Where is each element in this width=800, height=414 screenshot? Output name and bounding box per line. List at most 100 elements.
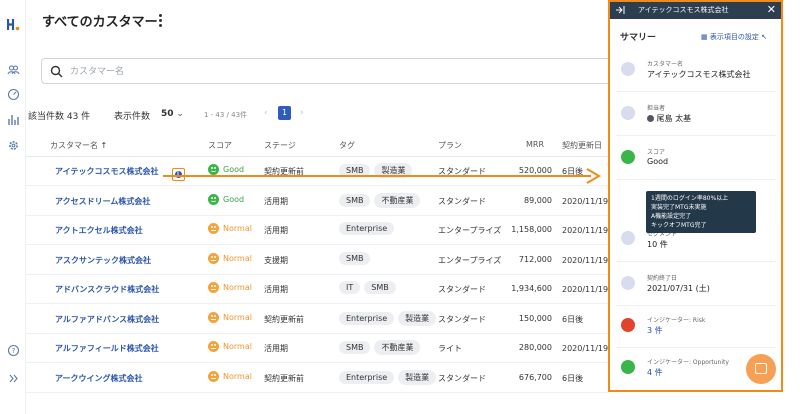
header-name[interactable]: カスタマー名 ↑ (50, 140, 107, 151)
card-label: カスタマー名 (647, 61, 684, 68)
score-label: Normal (223, 283, 252, 292)
plan-cell: エンタープライズ (438, 226, 502, 235)
card-customer-name: カスタマー名 アイテックコスモス株式会社 (616, 54, 776, 92)
tag-chip[interactable]: 製造業 (398, 310, 437, 326)
mrr-cell: 1,934,600 (511, 284, 552, 293)
card-score: スコア Good (616, 142, 776, 180)
mrr-cell: 520,000 (518, 166, 552, 175)
more-menu-icon[interactable] (155, 12, 165, 28)
tags-cell: SMB 不動産業 (339, 192, 424, 208)
tag-chip[interactable]: 不動産業 (374, 340, 421, 355)
header-score[interactable]: スコア (208, 140, 232, 151)
display-settings-link[interactable]: ▦ 表示項目の設定 ↖ (701, 32, 767, 42)
plan-cell: スタンダード (438, 373, 486, 383)
gauge-icon[interactable] (7, 88, 20, 101)
table-row[interactable]: アークウイング株式会社 Normal 契約更新前 Enterprise 製造業 スタンダー… (26, 364, 608, 393)
close-icon[interactable]: ✕ (767, 3, 776, 16)
avatar (647, 115, 654, 122)
customer-name-link[interactable]: アクセスドリーム株式会社 (55, 196, 150, 207)
header-renewal[interactable]: 契約更新日 (562, 140, 602, 151)
tags-cell: IT SMB (339, 281, 400, 294)
tag-chip[interactable]: SMB (339, 193, 371, 207)
tag-chip[interactable]: SMB (339, 251, 371, 265)
opportunity-icon (621, 360, 635, 374)
card-label: スコア (647, 149, 666, 156)
logo-icon[interactable] (7, 18, 20, 31)
score-cell: Normal (208, 311, 252, 323)
tag-chip[interactable]: Enterprise (339, 311, 395, 325)
expand-panel-icon[interactable] (615, 5, 625, 15)
search-input[interactable] (70, 63, 570, 80)
tag-chip[interactable]: SMB (339, 164, 371, 177)
help-icon[interactable]: ? (7, 344, 20, 357)
customer-name-link[interactable]: アクトエクセル株式会社 (55, 225, 143, 236)
search-box[interactable] (41, 58, 616, 84)
tag-chip[interactable]: IT (339, 281, 361, 294)
mrr-cell: 280,000 (518, 343, 552, 352)
tag-chip[interactable]: SMB (339, 341, 371, 354)
risk-icon (621, 318, 635, 332)
tag-chip[interactable]: Enterprise (339, 370, 395, 384)
per-page-label: 表示件数 (114, 112, 151, 122)
header-plan[interactable]: プラン (438, 140, 462, 151)
page-1-button[interactable]: 1 (278, 106, 291, 120)
row-info-icon[interactable]: i (172, 168, 185, 181)
tags-cell: Enterprise 製造業 (339, 310, 440, 326)
mrr-cell: 676,700 (518, 372, 552, 382)
next-page-icon[interactable]: › (300, 108, 304, 118)
score-label: Normal (223, 342, 252, 351)
sort-up-icon: ↑ (100, 141, 108, 150)
table-row[interactable]: アドバンスクラウド株式会社 Normal 活用期 IT SMB スタンダード 1,934,6… (26, 275, 625, 304)
normal-face-icon (208, 311, 219, 323)
stage-cell: 契約更新前 (264, 373, 304, 383)
summary-heading: サマリー (620, 33, 657, 43)
person-icon (621, 106, 635, 120)
customer-name-link[interactable]: アークウイング株式会社 (55, 373, 143, 384)
tooltip-line: 実装完了MTG未実施 (651, 204, 707, 211)
chat-button[interactable] (746, 354, 776, 384)
stage-cell: 契約更新前 (264, 167, 304, 176)
customer-name-link[interactable]: アルファアドバンス株式会社 (55, 314, 159, 325)
tag-chip[interactable]: 製造業 (374, 163, 413, 178)
stage-cell: 支援期 (264, 255, 288, 265)
table-row[interactable]: アクセスドリーム株式会社 Good 活用期 SMB 不動産業 スタンダード 89,000 20… (26, 187, 625, 216)
segment-icon (621, 231, 635, 245)
bar-chart-icon[interactable] (7, 113, 20, 126)
users-icon[interactable] (7, 63, 20, 76)
customer-name-link[interactable]: アドバンスクラウド株式会社 (55, 284, 159, 295)
customer-summary-panel: アイテックコスモス株式会社 ✕ サマリー ▦ 表示項目の設定 ↖ カスタマー名 … (608, 0, 783, 392)
calendar-icon (621, 276, 635, 290)
card-value[interactable]: 3 件 (647, 325, 663, 336)
table-row[interactable]: アスクサンテック株式会社 Normal 支援期 SMB エンタープライズ 712,000 2… (26, 246, 625, 275)
normal-face-icon (208, 341, 219, 352)
table-row[interactable]: アルファフィールド株式会社 Normal 活用期 SMB 不動産業 ライト 280,000 2… (26, 334, 625, 363)
table-row[interactable]: アクトエクセル株式会社 Normal 活用期 Enterprise エンタープライズ 1,… (26, 216, 625, 245)
card-contract-end: 契約終了日 2021/07/31 (土) (616, 268, 776, 306)
customer-name-link[interactable]: アスクサンテック株式会社 (55, 255, 151, 266)
tag-chip[interactable]: 不動産業 (374, 192, 421, 208)
score-label: Good (223, 165, 245, 174)
prev-page-icon[interactable]: ‹ (264, 108, 268, 118)
table-row[interactable]: アイテックコスモス株式会社 Good 契約更新前 SMB 製造業 スタンダード 520,00… (26, 157, 608, 186)
tag-chip[interactable]: Enterprise (339, 222, 395, 235)
customer-name-link[interactable]: アイテックコスモス株式会社 (55, 166, 158, 177)
tags-cell: SMB 不動産業 (339, 340, 424, 355)
header-tags[interactable]: タグ (339, 140, 355, 151)
score-tooltip: 1週間のログイン率80%以上 実装完了MTG未実施 A機能設定完了 キックオフM… (646, 191, 756, 233)
tag-chip[interactable]: SMB (364, 281, 396, 294)
card-risk[interactable]: インジケーター: Risk 3 件 (616, 310, 776, 348)
card-label: 契約終了日 (647, 275, 678, 282)
expand-nav-icon[interactable] (7, 372, 20, 385)
customer-name-link[interactable]: アルファフィールド株式会社 (55, 343, 159, 354)
tags-cell: Enterprise 製造業 (339, 369, 440, 385)
grid-icon: ▦ (701, 33, 708, 41)
table-row[interactable]: アルファアドバンス株式会社 Normal 契約更新前 Enterprise 製造業 スタン… (26, 305, 608, 334)
settings-icon[interactable] (7, 139, 20, 152)
tag-chip[interactable]: 製造業 (398, 369, 437, 385)
card-value[interactable]: 4 件 (647, 367, 663, 378)
header-stage[interactable]: ステージ (264, 140, 296, 151)
chat-icon (755, 363, 767, 374)
header-mrr[interactable]: MRR (526, 140, 544, 149)
card-value: 10 件 (647, 240, 668, 249)
per-page-select[interactable]: 50 ⌄ (161, 109, 184, 119)
